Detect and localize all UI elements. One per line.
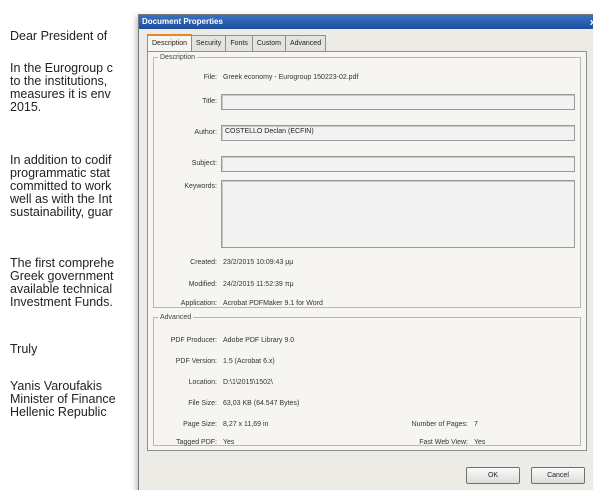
dialog-titlebar[interactable]: Document Properties x [139,15,593,29]
fastweb-value: Yes [474,439,486,446]
description-panel: Description File: Greek economy - Eurogr… [147,51,587,451]
subject-field[interactable] [221,156,575,172]
file-label: File: [203,74,217,81]
tab-custom[interactable]: Custom [251,35,286,51]
tagged-value: Yes [223,439,235,446]
letter-signature: Yanis Varoufakis Minister of Finance Hel… [10,380,116,419]
numpages-label: Number of Pages: [411,421,468,428]
fastweb-label: Fast Web View: [419,439,468,446]
producer-label: PDF Producer: [170,337,217,344]
ok-button[interactable]: OK [466,467,520,484]
file-value: Greek economy - Eurogroup 150223-02.pdf [223,74,359,81]
letter-salutation: Dear President of [10,29,108,43]
letter-paragraph-1: In the Eurogroup c to the institutions, … [10,62,113,114]
letter-line: Investment Funds. [10,295,113,309]
tab-advanced[interactable]: Advanced [284,35,327,51]
version-value: 1.5 (Acrobat 6.x) [223,358,275,365]
letter-line: 2015. [10,100,42,114]
numpages-value: 7 [474,421,478,428]
location-value: D:\1\2015\1502\ [223,379,273,386]
document-properties-dialog: Document Properties x Description Securi… [138,14,593,490]
created-value: 23/2/2015 10:09:43 μμ [223,259,294,266]
pagesize-label: Page Size: [183,421,217,428]
letter-closing: Truly [10,342,38,356]
tab-description[interactable]: Description [147,34,193,51]
tab-security[interactable]: Security [191,35,227,51]
description-legend: Description [160,54,196,61]
application-value: Acrobat PDFMaker 9.1 for Word [223,300,323,307]
letter-paragraph-2: In addition to codif programmatic stat c… [10,154,113,219]
producer-value: Adobe PDF Library 9.0 [223,337,295,344]
advanced-group: Advanced [153,314,581,446]
filesize-label: File Size: [188,400,217,407]
dialog-title: Document Properties [142,17,223,26]
modified-label: Modified: [188,281,217,288]
modified-value: 24/2/2015 11:52:39 πμ [223,281,294,288]
subject-label: Subject: [191,160,217,167]
advanced-legend: Advanced [160,314,192,321]
tab-strip: Description Security Fonts Custom Advanc… [147,34,327,51]
keywords-field[interactable] [221,180,575,248]
signature-line: Hellenic Republic [10,405,107,419]
author-field[interactable]: COSTELLO Declan (ECFIN) [221,125,575,141]
dialog-buttons: OK Cancel [139,467,593,489]
location-label: Location: [188,379,217,386]
version-label: PDF Version: [175,358,217,365]
keywords-label: Keywords: [184,183,217,190]
created-label: Created: [190,259,217,266]
filesize-value: 63,03 KB (64.547 Bytes) [223,400,300,407]
title-label: Title: [202,98,217,105]
title-field[interactable] [221,94,575,110]
letter-paragraph-3: The first comprehe Greek government avai… [10,257,114,309]
cancel-button[interactable]: Cancel [531,467,585,484]
tab-fonts[interactable]: Fonts [225,35,253,51]
author-label: Author: [194,129,217,136]
application-label: Application: [180,300,217,307]
tagged-label: Tagged PDF: [176,439,217,446]
pagesize-value: 8,27 x 11,69 in [223,421,269,428]
letter-line: sustainability, guar [10,205,113,219]
